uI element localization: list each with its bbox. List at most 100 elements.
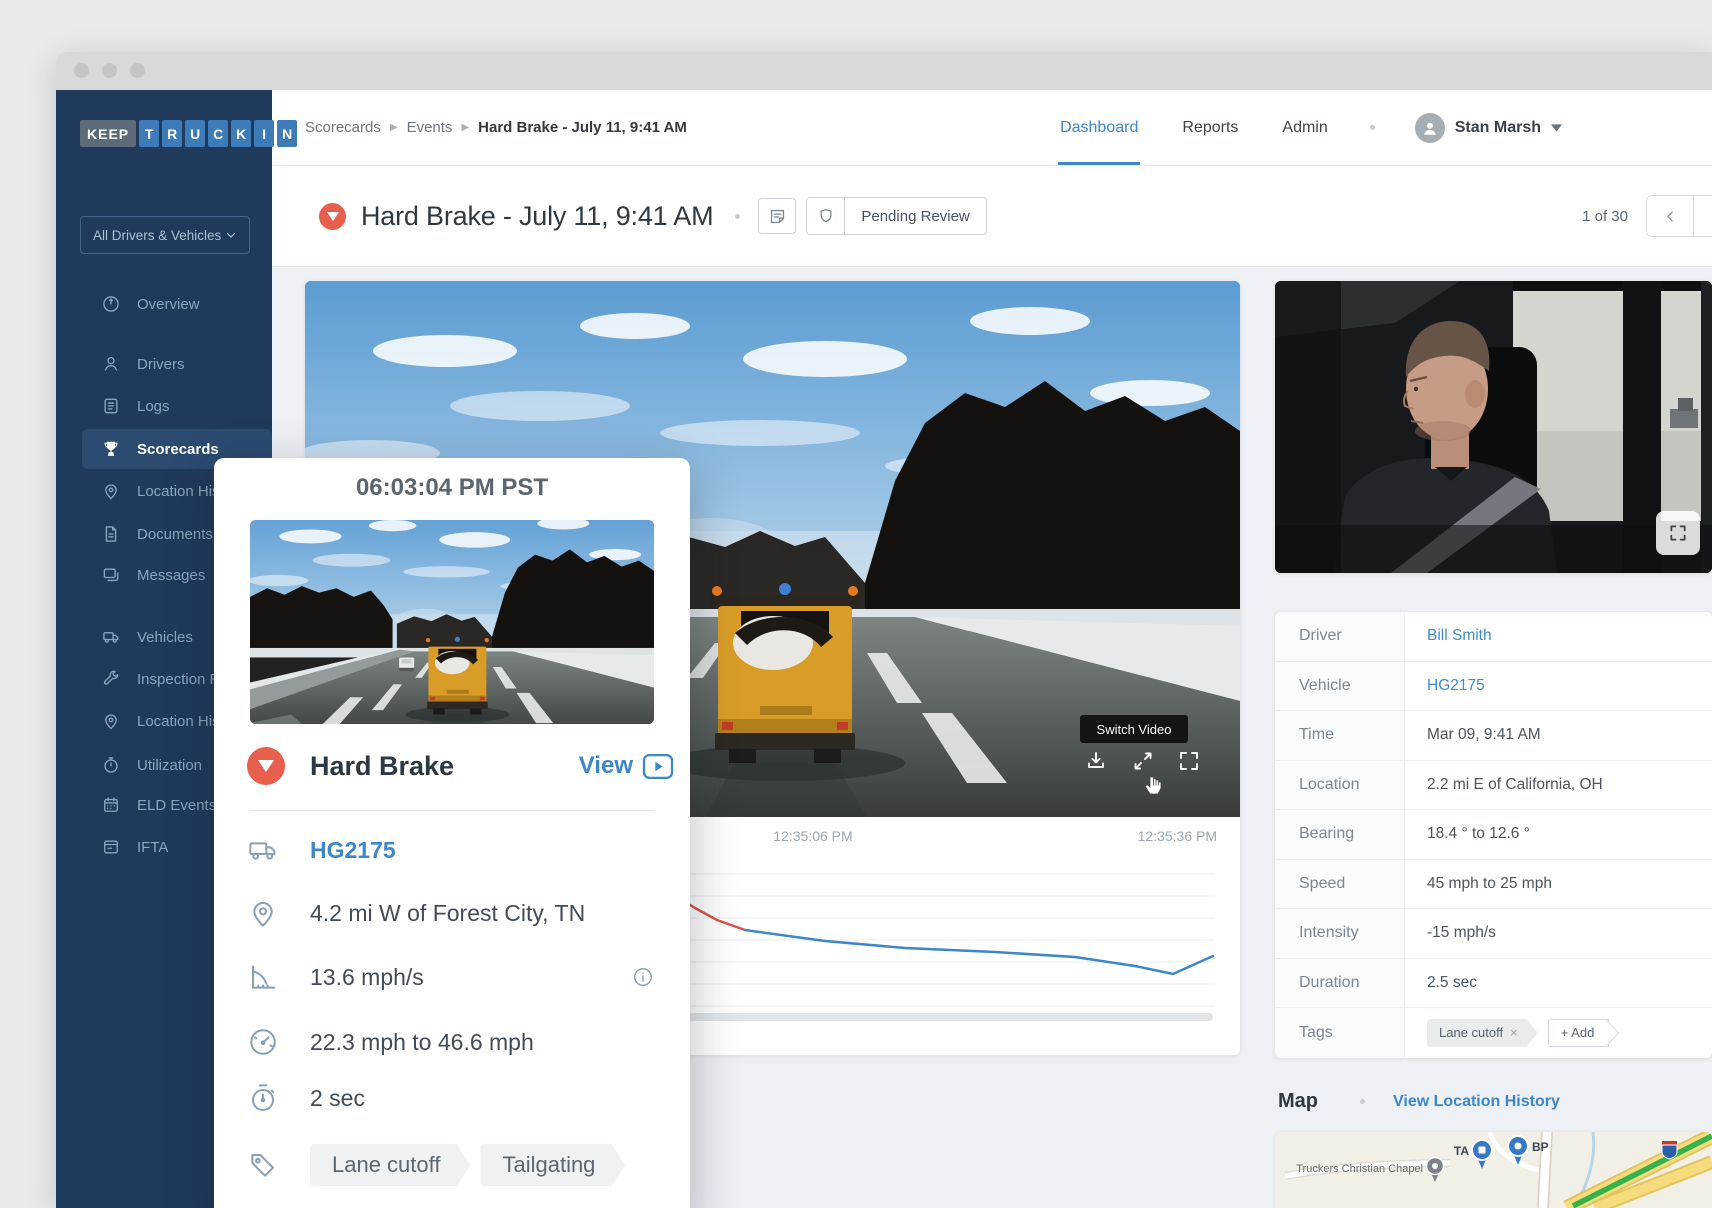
- popup-speed-row: 22.3 mph to 46.6 mph: [247, 1020, 654, 1064]
- popup-location-row: 4.2 mi W of Forest City, TN: [247, 891, 654, 935]
- fullscreen-icon: [1177, 749, 1201, 773]
- swap-arrows-icon: [1131, 749, 1155, 773]
- breadcrumb: Scorecards ▶ Events ▶ Hard Brake - July …: [305, 119, 687, 136]
- wrench-icon: [101, 669, 121, 689]
- timeline-end-label: 12:35:36 PM: [1105, 828, 1217, 844]
- download-video-button[interactable]: [1084, 749, 1108, 773]
- map-label-ta: TA: [1454, 1144, 1469, 1158]
- avatar: [1415, 113, 1445, 143]
- view-video-link[interactable]: View: [579, 752, 674, 780]
- interstate-shield-icon: [1662, 1141, 1677, 1159]
- truck-icon: [101, 627, 121, 647]
- note-icon: [768, 207, 787, 226]
- info-icon[interactable]: [632, 966, 654, 988]
- tab-reports[interactable]: Reports: [1182, 90, 1238, 165]
- prev-event-button[interactable]: [1647, 196, 1693, 236]
- tag-lane-cutoff[interactable]: Lane cutoff ×: [1427, 1019, 1538, 1047]
- breadcrumb-separator-icon: ▶: [390, 122, 398, 133]
- window-traffic-lights[interactable]: [74, 63, 145, 78]
- popup-event-row: Hard Brake View: [247, 742, 674, 790]
- sidebar-item-drivers[interactable]: Drivers: [56, 348, 272, 380]
- map-pin-icon: [101, 711, 121, 731]
- logo-keep: KEEP: [80, 120, 136, 147]
- popup-duration: 2 sec: [310, 1085, 365, 1112]
- vehicle-link[interactable]: HG2175: [1405, 677, 1485, 695]
- review-status-button[interactable]: Pending Review: [806, 197, 986, 235]
- breadcrumb-events[interactable]: Events: [407, 119, 453, 136]
- ifta-window-icon: [101, 837, 121, 857]
- speedometer-icon: [247, 1026, 279, 1058]
- sidebar-item-logs[interactable]: Logs: [56, 390, 272, 422]
- graph-speed-series: [745, 930, 1213, 974]
- view-location-history-link[interactable]: View Location History: [1393, 1093, 1560, 1111]
- driver-facing-dashcam-video[interactable]: [1275, 281, 1712, 573]
- user-menu[interactable]: Stan Marsh: [1415, 113, 1562, 143]
- popup-duration-row: 2 sec: [247, 1076, 654, 1120]
- next-event-button[interactable]: [1693, 196, 1712, 236]
- tab-admin[interactable]: Admin: [1282, 90, 1327, 165]
- event-detail-popup: 06:03:04 PM PST Hard Brake View HG2175 4…: [214, 458, 690, 1208]
- map-label-bp: BP: [1532, 1140, 1549, 1154]
- deceleration-chart-icon: [247, 961, 279, 993]
- table-row-driver: Driver Bill Smith: [1275, 612, 1712, 662]
- person-icon: [101, 354, 121, 374]
- fullscreen-driver-video-button[interactable]: [1656, 511, 1700, 555]
- play-video-icon: [642, 753, 674, 780]
- fullscreen-video-button[interactable]: [1177, 749, 1201, 773]
- drivers-vehicles-filter-dropdown[interactable]: All Drivers & Vehicles: [80, 216, 250, 254]
- switch-video-tooltip: Switch Video: [1080, 715, 1188, 743]
- popup-video-thumbnail[interactable]: [250, 520, 654, 724]
- table-row-location: Location 2.2 mi E of California, OH: [1275, 761, 1712, 811]
- map-pin-icon: [247, 897, 279, 929]
- popup-speed-change: 22.3 mph to 46.6 mph: [310, 1029, 534, 1056]
- map-section-header: Map View Location History: [1278, 1090, 1560, 1113]
- event-details-table: Driver Bill Smith Vehicle HG2175 Time Ma…: [1275, 612, 1712, 1058]
- title-divider-dot: [735, 214, 740, 219]
- keeptruckin-logo: KEEP T R U C K I N: [80, 120, 297, 147]
- popup-vehicle-link[interactable]: HG2175: [310, 837, 396, 864]
- truck-icon: [247, 834, 279, 866]
- hand-cursor: [1143, 775, 1163, 797]
- hard-brake-event-icon: [319, 203, 346, 230]
- hard-brake-event-icon: [247, 747, 285, 785]
- stopwatch-icon: [101, 755, 121, 775]
- map-label-chapel: Truckers Christian Chapel: [1296, 1163, 1423, 1175]
- shield-icon: [817, 207, 835, 225]
- add-tag-button[interactable]: + Add: [1548, 1019, 1610, 1047]
- fullscreen-icon: [1668, 523, 1688, 543]
- popup-timestamp: 06:03:04 PM PST: [214, 474, 690, 502]
- calendar-icon: [101, 795, 121, 815]
- tab-dashboard[interactable]: Dashboard: [1060, 90, 1138, 165]
- document-icon: [101, 524, 121, 544]
- switch-video-button[interactable]: [1131, 749, 1155, 773]
- sidebar-item-overview[interactable]: Overview: [56, 288, 272, 320]
- table-row-intensity: Intensity -15 mph/s: [1275, 909, 1712, 959]
- table-row-time: Time Mar 09, 9:41 AM: [1275, 711, 1712, 761]
- breadcrumb-current: Hard Brake - July 11, 9:41 AM: [478, 119, 687, 136]
- caret-down-icon: [1551, 124, 1562, 132]
- popup-deceleration-row: 13.6 mph/s: [247, 955, 654, 999]
- chat-icon: [101, 565, 121, 585]
- notes-button[interactable]: [758, 198, 796, 234]
- popup-event-type: Hard Brake: [310, 751, 454, 782]
- person-icon: [1421, 119, 1439, 137]
- map-pin-icon: [101, 481, 121, 501]
- event-pager: 1 of 30: [1582, 195, 1712, 237]
- popup-tag-tailgating[interactable]: Tailgating: [480, 1144, 625, 1186]
- popup-location: 4.2 mi W of Forest City, TN: [310, 900, 585, 927]
- map-divider-dot: [1360, 1099, 1365, 1104]
- event-title-bar: Hard Brake - July 11, 9:41 AM Pending Re…: [272, 166, 1712, 267]
- popup-tag-lane-cutoff[interactable]: Lane cutoff: [310, 1144, 470, 1186]
- gauge-icon: [101, 294, 121, 314]
- pager-count: 1 of 30: [1582, 208, 1628, 225]
- chevron-down-icon: [225, 229, 237, 241]
- event-location-map[interactable]: TA BP Truckers Christian Chapel: [1275, 1132, 1712, 1208]
- browser-chrome: [56, 52, 1712, 90]
- top-header: Scorecards ▶ Events ▶ Hard Brake - July …: [272, 90, 1712, 166]
- popup-divider: [250, 810, 654, 811]
- driver-link[interactable]: Bill Smith: [1405, 627, 1492, 645]
- table-row-bearing: Bearing 18.4 ° to 12.6 °: [1275, 810, 1712, 860]
- remove-tag-icon[interactable]: ×: [1510, 1025, 1518, 1040]
- log-list-icon: [101, 396, 121, 416]
- breadcrumb-scorecards[interactable]: Scorecards: [305, 119, 381, 136]
